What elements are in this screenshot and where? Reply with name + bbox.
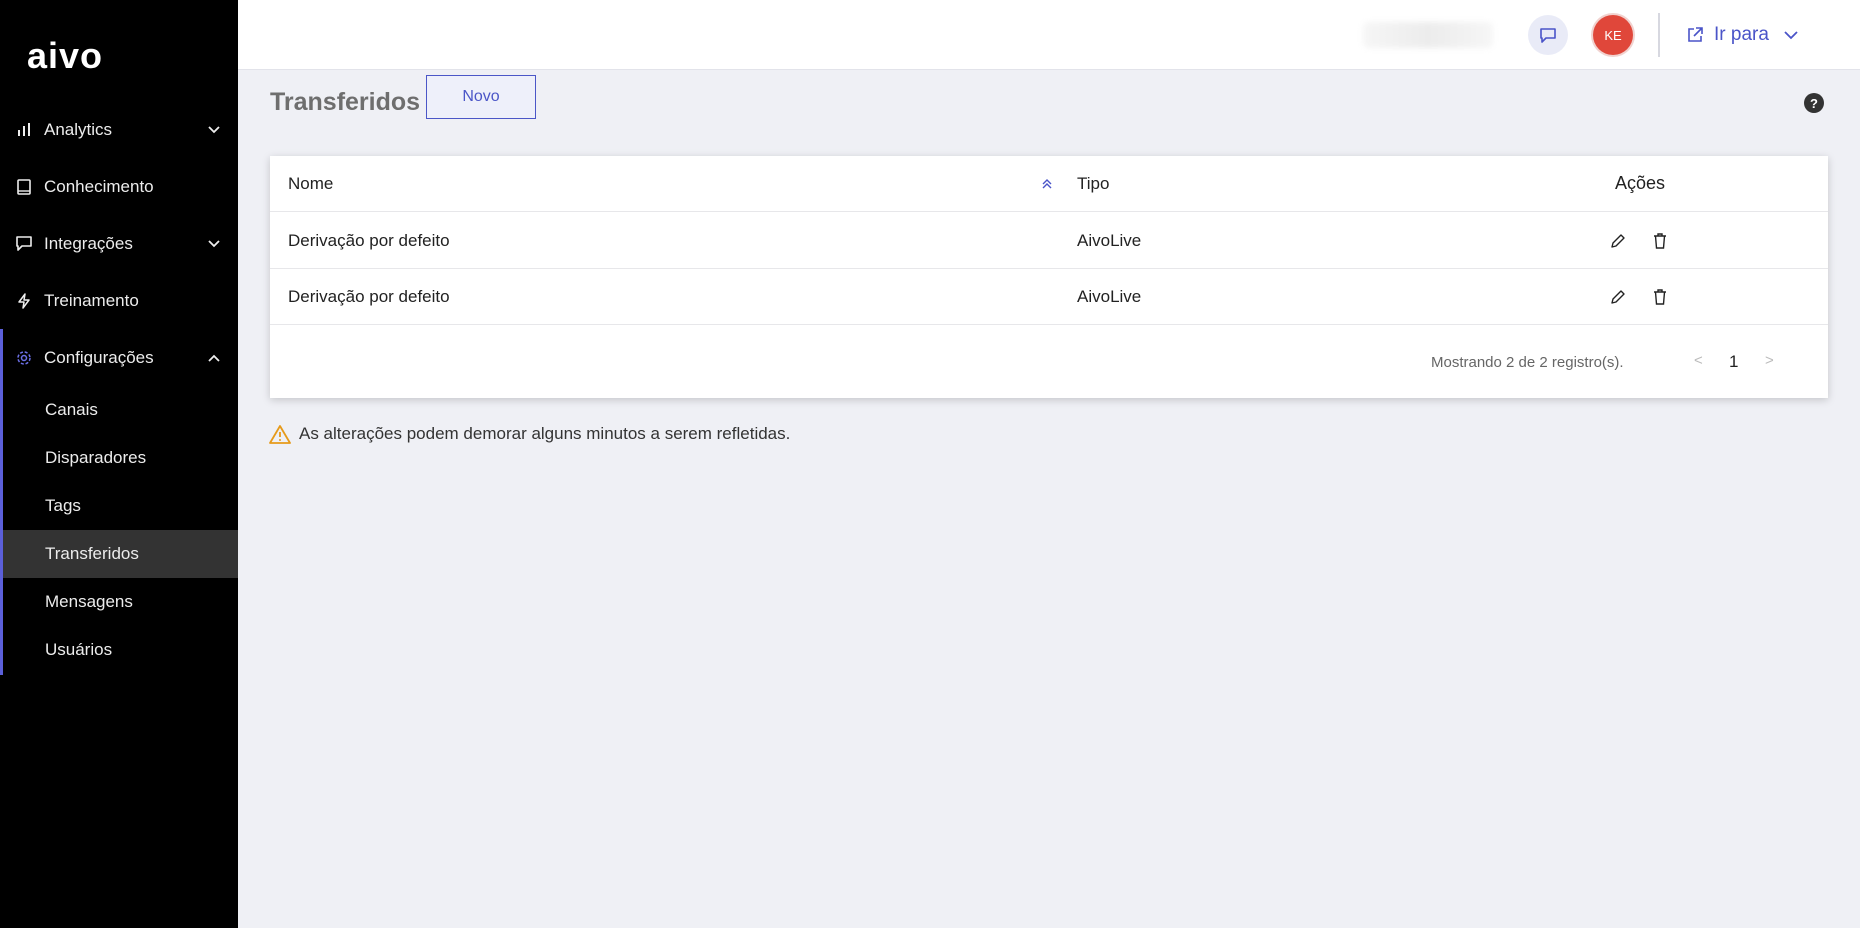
sidebar: aivo Analytics Conhecimento Integrações … bbox=[0, 0, 238, 928]
delete-icon[interactable] bbox=[1652, 232, 1668, 250]
sidebar-item-label: Integrações bbox=[44, 233, 133, 253]
transfers-table: Nome Tipo Ações Derivação por defeito Ai… bbox=[270, 156, 1828, 398]
cell-type: AivoLive bbox=[1077, 286, 1142, 306]
account-selector-blurred[interactable] bbox=[1363, 22, 1493, 48]
sidebar-group-configuracoes: Configurações Canais Disparadores Tags T… bbox=[0, 329, 238, 675]
sidebar-subitem-canais[interactable]: Canais bbox=[0, 386, 238, 434]
table-header-row: Nome Tipo Ações bbox=[270, 156, 1828, 212]
chat-bubble-icon bbox=[16, 236, 32, 252]
chat-button[interactable] bbox=[1528, 15, 1568, 55]
sidebar-item-label: Treinamento bbox=[44, 290, 139, 310]
cell-name: Derivação por defeito bbox=[288, 230, 450, 250]
sidebar-item-conhecimento[interactable]: Conhecimento bbox=[0, 158, 238, 215]
gear-icon bbox=[16, 350, 32, 366]
sidebar-subitem-disparadores[interactable]: Disparadores bbox=[0, 434, 238, 482]
external-link-icon bbox=[1688, 27, 1703, 42]
topbar: KE Ir para bbox=[238, 0, 1860, 70]
lightning-icon bbox=[16, 292, 32, 309]
logo-text: aivo bbox=[27, 40, 103, 74]
column-header-nome[interactable]: Nome bbox=[288, 174, 333, 194]
aivo-logo[interactable]: aivo bbox=[27, 40, 125, 74]
pager-next[interactable]: > bbox=[1765, 352, 1774, 369]
help-icon[interactable]: ? bbox=[1804, 93, 1824, 113]
sidebar-item-label: Configurações bbox=[44, 347, 154, 367]
chevron-down-icon bbox=[208, 238, 220, 250]
bar-chart-icon bbox=[16, 122, 32, 138]
table-row: Derivação por defeito AivoLive bbox=[270, 269, 1828, 325]
sidebar-subitem-mensagens[interactable]: Mensagens bbox=[0, 578, 238, 626]
cell-type: AivoLive bbox=[1077, 230, 1142, 250]
sidebar-subitem-tags[interactable]: Tags bbox=[0, 482, 238, 530]
chevron-up-icon bbox=[208, 352, 220, 364]
book-icon bbox=[16, 178, 32, 195]
pager-prev[interactable]: < bbox=[1694, 352, 1703, 369]
sidebar-item-configuracoes[interactable]: Configurações bbox=[0, 329, 238, 386]
warning-text: As alterações podem demorar alguns minut… bbox=[299, 424, 791, 443]
sidebar-subitem-usuarios[interactable]: Usuários bbox=[0, 626, 238, 674]
avatar[interactable]: KE bbox=[1593, 15, 1633, 55]
row-actions bbox=[1610, 288, 1668, 306]
warning-icon bbox=[269, 425, 291, 444]
goto-label: Ir para bbox=[1714, 24, 1769, 45]
sidebar-item-analytics[interactable]: Analytics bbox=[0, 101, 238, 158]
chevron-down-icon bbox=[208, 124, 220, 136]
goto-menu[interactable]: Ir para bbox=[1686, 22, 1799, 48]
new-button[interactable]: Novo bbox=[426, 75, 536, 119]
row-actions bbox=[1610, 232, 1668, 250]
delete-icon[interactable] bbox=[1652, 288, 1668, 306]
column-header-acoes: Ações bbox=[1615, 173, 1666, 193]
sidebar-item-label: Analytics bbox=[44, 119, 113, 139]
column-header-tipo: Tipo bbox=[1077, 173, 1110, 193]
sidebar-subnav: Canais Disparadores Tags Transferidos Me… bbox=[0, 386, 238, 674]
app-root: aivo Analytics Conhecimento Integrações … bbox=[0, 0, 1860, 928]
pager-page[interactable]: 1 bbox=[1729, 352, 1738, 372]
sidebar-item-label: Conhecimento bbox=[44, 176, 154, 196]
records-count: Mostrando 2 de 2 registro(s). bbox=[1431, 354, 1624, 371]
sidebar-subitem-transferidos[interactable]: Transferidos bbox=[0, 530, 238, 578]
table-row: Derivação por defeito AivoLive bbox=[270, 213, 1828, 269]
sort-icon[interactable] bbox=[1040, 176, 1054, 192]
table-footer: Mostrando 2 de 2 registro(s). < 1 > bbox=[270, 326, 1828, 398]
edit-icon[interactable] bbox=[1610, 288, 1626, 306]
edit-icon[interactable] bbox=[1610, 232, 1626, 250]
chevron-down-icon bbox=[1784, 31, 1798, 40]
sidebar-nav: Analytics Conhecimento Integrações Trein… bbox=[0, 101, 238, 675]
cell-name: Derivação por defeito bbox=[288, 286, 450, 306]
sidebar-item-treinamento[interactable]: Treinamento bbox=[0, 272, 238, 329]
sidebar-item-integracoes[interactable]: Integrações bbox=[0, 215, 238, 272]
page-title: Transferidos bbox=[270, 88, 421, 116]
divider bbox=[1658, 13, 1660, 57]
chat-bubble-icon bbox=[1540, 27, 1556, 43]
warning-notice: As alterações podem demorar alguns minut… bbox=[269, 424, 790, 444]
